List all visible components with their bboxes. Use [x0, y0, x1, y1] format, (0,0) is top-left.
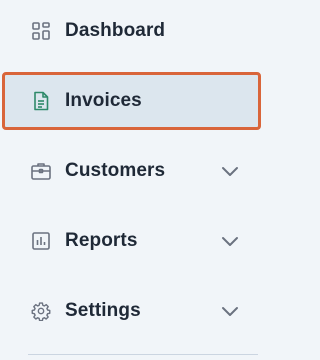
sidebar-item-dashboard[interactable]: Dashboard — [2, 2, 261, 60]
sidebar-item-customers[interactable]: Customers — [2, 142, 261, 200]
sidebar-item-reports[interactable]: Reports — [2, 212, 261, 270]
sidebar-divider — [28, 354, 258, 355]
invoice-icon — [30, 90, 52, 112]
bar-chart-icon — [30, 230, 52, 252]
briefcase-icon — [30, 160, 52, 182]
sidebar-item-label: Invoices — [65, 90, 142, 111]
sidebar-nav: Dashboard Invoices Customers Reports Set… — [0, 0, 269, 360]
sidebar-item-label: Reports — [65, 230, 138, 251]
sidebar-item-label: Settings — [65, 300, 141, 321]
sidebar-item-label: Dashboard — [65, 20, 166, 41]
sidebar-item-label: Customers — [65, 160, 166, 181]
chevron-down-icon[interactable] — [218, 229, 242, 253]
chevron-down-icon[interactable] — [218, 159, 242, 183]
gear-icon — [30, 300, 52, 322]
dashboard-icon — [30, 20, 52, 42]
chevron-down-icon[interactable] — [218, 299, 242, 323]
sidebar-item-invoices[interactable]: Invoices — [2, 72, 261, 130]
sidebar-item-settings[interactable]: Settings — [2, 282, 261, 340]
